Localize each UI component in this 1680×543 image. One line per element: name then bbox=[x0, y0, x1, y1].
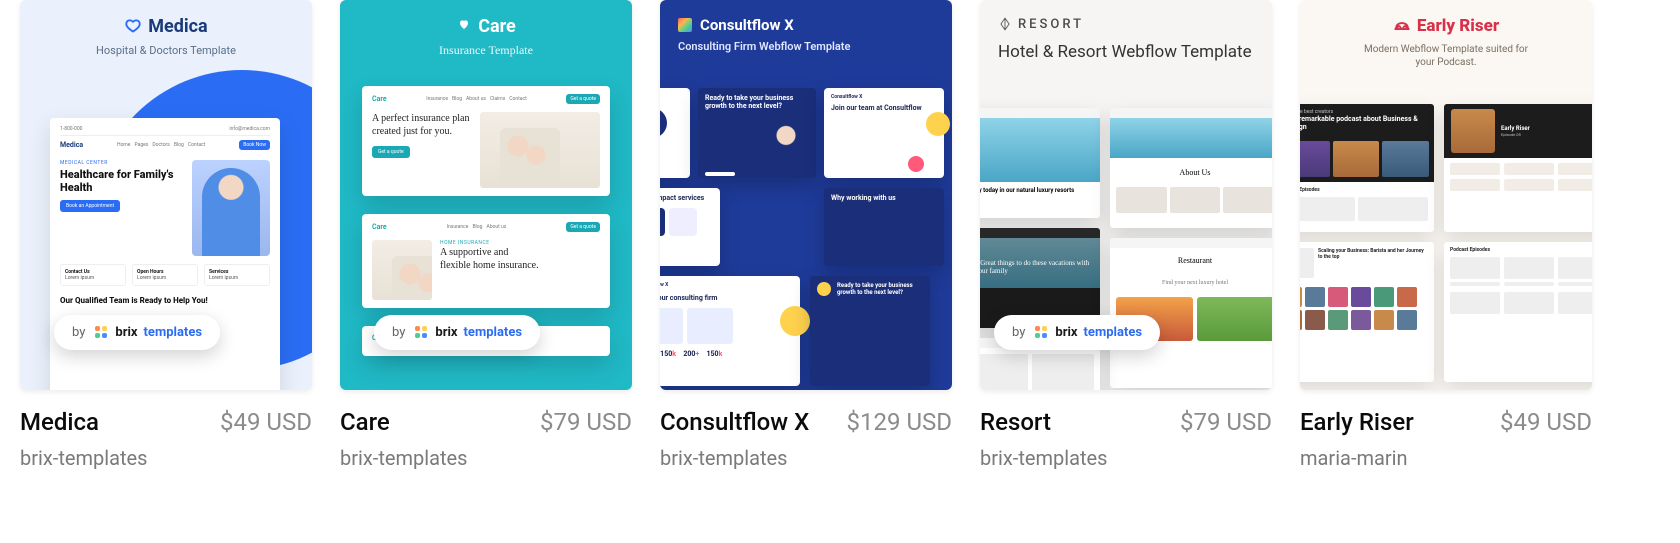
template-card-medica[interactable]: Medica Hospital & Doctors Template 1-800… bbox=[20, 0, 312, 470]
template-thumbnail[interactable]: Early Riser Modern Webflow Template suit… bbox=[1300, 0, 1592, 390]
thumb-subtitle: Modern Webflow Template suited for your … bbox=[1356, 43, 1536, 69]
thumb-logo-text: Consultflow X bbox=[700, 16, 794, 34]
template-price: $129 USD bbox=[847, 408, 952, 436]
thumb-subtitle: Hospital & Doctors Template bbox=[30, 44, 302, 57]
template-thumbnail[interactable]: Medica Hospital & Doctors Template 1-800… bbox=[20, 0, 312, 390]
brix-icon bbox=[1035, 326, 1049, 340]
thumb-logo-text: Medica bbox=[148, 16, 207, 37]
thumb-subtitle: Consulting Firm Webflow Template bbox=[678, 40, 942, 53]
template-card-resort[interactable]: RESORT Hotel & Resort Webflow Template E… bbox=[980, 0, 1272, 470]
thumb-logo: Medica bbox=[124, 16, 207, 37]
thumb-subtitle: Insurance Template bbox=[350, 43, 622, 58]
thumb-logo: RESORT bbox=[998, 17, 1084, 32]
template-card-care[interactable]: Care Insurance Template Care Insurance B… bbox=[340, 0, 632, 470]
thumb-logo: Care bbox=[456, 16, 516, 37]
resort-logo-icon bbox=[998, 17, 1012, 31]
template-price: $79 USD bbox=[540, 408, 632, 436]
by-badge: by brix templates bbox=[994, 315, 1160, 350]
by-badge: by brix templates bbox=[374, 315, 540, 350]
consultflow-logo-icon bbox=[678, 18, 692, 32]
care-logo-icon bbox=[456, 19, 472, 35]
template-author[interactable]: brix-templates bbox=[660, 446, 952, 470]
template-grid: Medica Hospital & Doctors Template 1-800… bbox=[0, 0, 1680, 470]
template-thumbnail[interactable]: Consultflow X Consulting Firm Webflow Te… bbox=[660, 0, 952, 390]
template-card-earlyriser[interactable]: Early Riser Modern Webflow Template suit… bbox=[1300, 0, 1592, 470]
template-thumbnail[interactable]: Care Insurance Template Care Insurance B… bbox=[340, 0, 632, 390]
template-author[interactable]: brix-templates bbox=[340, 446, 632, 470]
template-card-consultflow[interactable]: Consultflow X Consulting Firm Webflow Te… bbox=[660, 0, 952, 470]
template-author[interactable]: brix-templates bbox=[20, 446, 312, 470]
template-author[interactable]: brix-templates bbox=[980, 446, 1272, 470]
brix-icon bbox=[415, 326, 429, 340]
thumb-logo-text: RESORT bbox=[1018, 17, 1084, 32]
thumb-logo-text: Early Riser bbox=[1417, 16, 1499, 36]
template-author[interactable]: maria-marin bbox=[1300, 446, 1592, 470]
by-badge: by brix templates bbox=[54, 315, 220, 350]
template-title[interactable]: Resort bbox=[980, 408, 1051, 436]
template-title[interactable]: Medica bbox=[20, 408, 99, 436]
earlyriser-logo-icon bbox=[1393, 17, 1411, 35]
thumb-logo: Early Riser bbox=[1393, 16, 1499, 36]
brix-icon bbox=[95, 326, 109, 340]
template-price: $49 USD bbox=[1500, 408, 1592, 436]
template-title[interactable]: Care bbox=[340, 408, 390, 436]
thumb-logo: Consultflow X bbox=[678, 16, 794, 34]
template-title[interactable]: Consultflow X bbox=[660, 408, 809, 436]
medica-logo-icon bbox=[124, 18, 142, 36]
template-title[interactable]: Early Riser bbox=[1300, 408, 1414, 436]
template-price: $49 USD bbox=[220, 408, 312, 436]
template-thumbnail[interactable]: RESORT Hotel & Resort Webflow Template E… bbox=[980, 0, 1272, 390]
thumb-logo-text: Care bbox=[478, 16, 516, 37]
thumb-subtitle: Hotel & Resort Webflow Template bbox=[998, 41, 1262, 63]
template-price: $79 USD bbox=[1180, 408, 1272, 436]
